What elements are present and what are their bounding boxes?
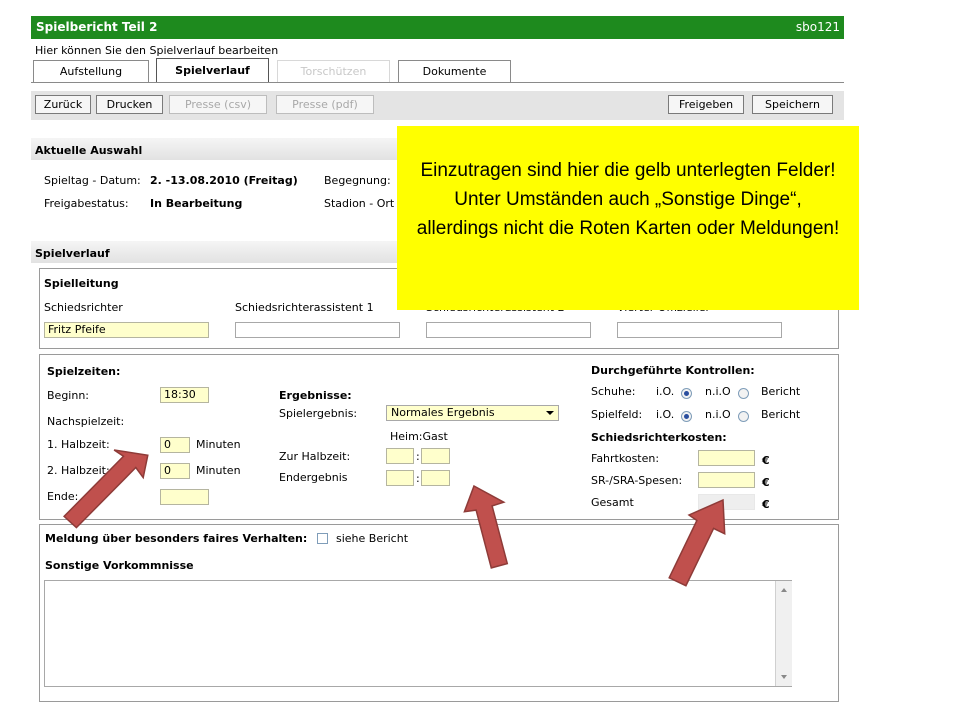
arrow-to-score-icon xyxy=(463,484,509,569)
arrow-to-costs-icon xyxy=(668,498,726,587)
arrow-to-halftime-icon xyxy=(63,449,149,529)
annotation-arrows xyxy=(63,449,726,587)
